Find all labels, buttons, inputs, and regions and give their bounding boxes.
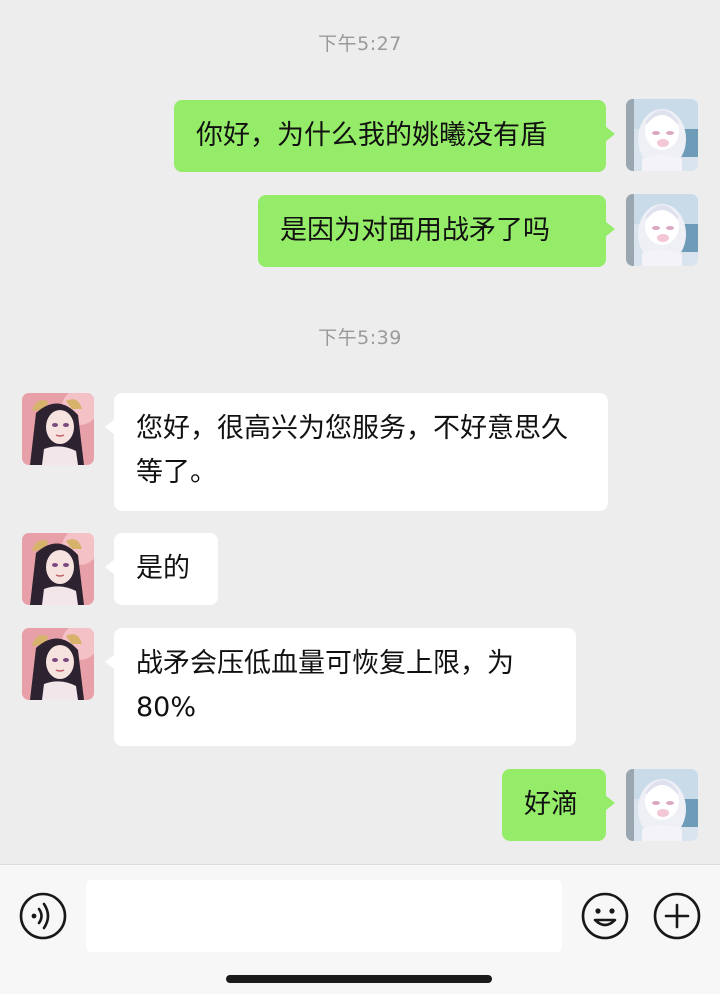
message-input[interactable] (86, 880, 562, 952)
emoji-icon[interactable] (580, 891, 630, 941)
timestamp: 下午5:27 (318, 33, 402, 55)
timestamp: 下午5:39 (318, 327, 402, 349)
message-bubble-incoming[interactable]: 战矛会压低血量可恢复上限，为80% (105, 628, 576, 746)
message-bubble-outgoing[interactable]: 是因为对面用战矛了吗 (258, 195, 615, 267)
contact-avatar-image (22, 393, 94, 465)
contact-avatar[interactable] (22, 533, 94, 605)
contact-avatar[interactable] (22, 393, 94, 465)
message-bubble-incoming[interactable]: 是的 (105, 533, 218, 605)
my-avatar-image (626, 99, 698, 171)
my-avatar-image (626, 194, 698, 266)
contact-avatar-image (22, 533, 94, 605)
message-bubble-incoming[interactable]: 您好，很高兴为您服务，不好意思久等了。 (105, 393, 608, 511)
contact-avatar[interactable] (22, 628, 94, 700)
message-bubble-outgoing[interactable]: 好滴 (502, 769, 615, 841)
my-avatar[interactable] (626, 769, 698, 841)
input-toolbar (0, 864, 720, 994)
message-bubble-outgoing[interactable]: 你好，为什么我的姚曦没有盾 (174, 100, 615, 172)
plus-icon[interactable] (652, 891, 702, 941)
chat-area[interactable]: 下午5:27 你好，为什么我的姚曦没有盾 是因为对面用战矛了吗 下午5:39 您… (0, 0, 720, 864)
my-avatar-image (626, 769, 698, 841)
voice-icon[interactable] (18, 891, 68, 941)
my-avatar[interactable] (626, 194, 698, 266)
home-indicator (226, 975, 492, 983)
my-avatar[interactable] (626, 99, 698, 171)
contact-avatar-image (22, 628, 94, 700)
